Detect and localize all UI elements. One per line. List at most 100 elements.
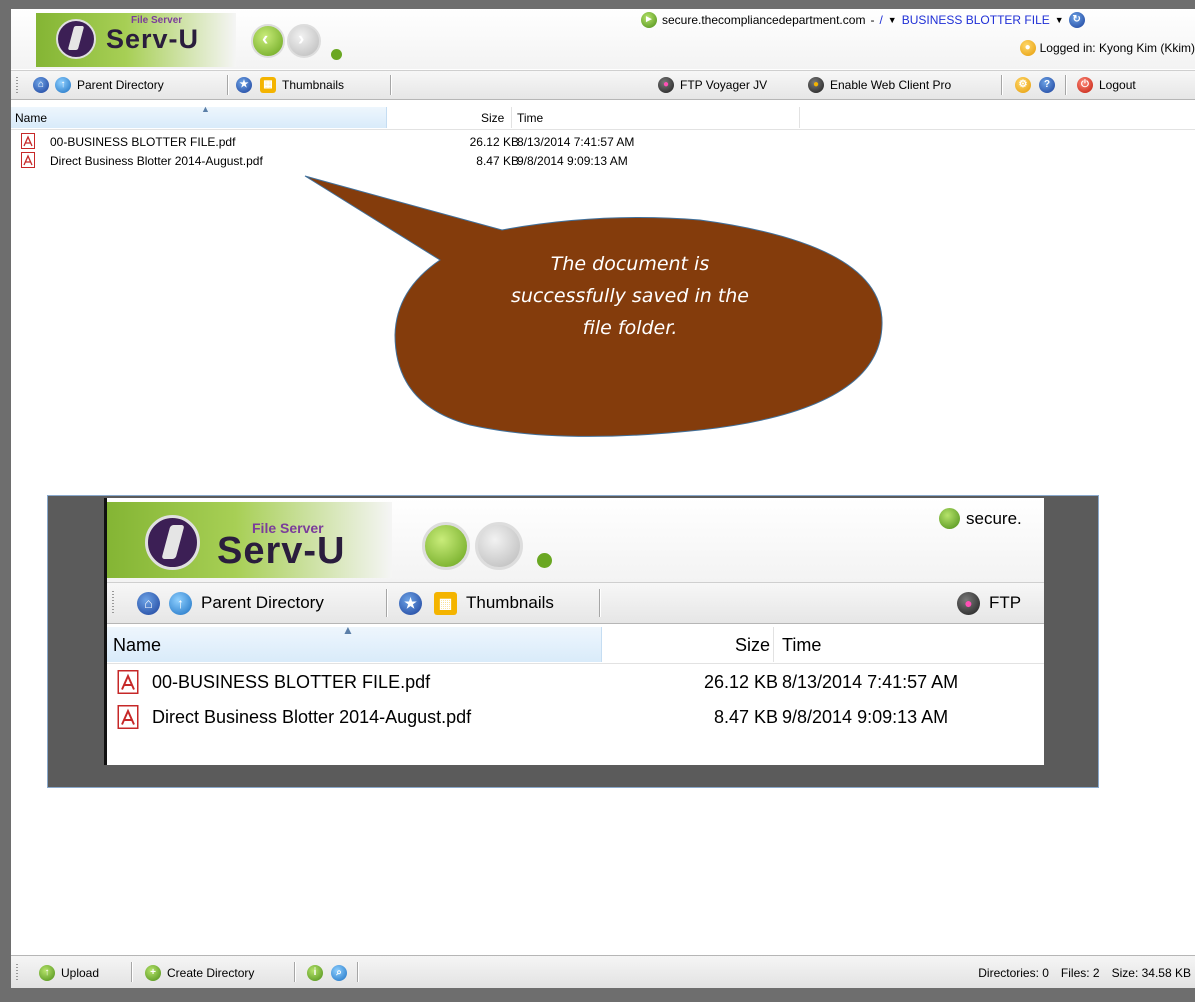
properties-button[interactable]: i [307,956,323,988]
enable-web-client-pro-button[interactable]: ● Enable Web Client Pro [808,71,951,99]
window-frame-left [0,0,11,1002]
column-divider[interactable] [511,107,512,128]
back-button[interactable] [251,24,285,58]
zoomed-inset: File Server Serv-U secure. ⌂ ↑ Parent Di… [47,495,1099,788]
forward-button[interactable] [287,24,321,58]
inset-file-list-header: Name ▲ Size Time [107,623,1044,664]
parent-directory-label: Parent Directory [77,78,164,92]
column-header-time[interactable]: Time [517,111,543,125]
host-name: secure.thecompliancedepartment.com [662,13,866,27]
toolbar-separator [1065,75,1067,95]
login-status: ● Logged in: Kyong Kim (Kkim) [1019,40,1195,56]
bookmark-button[interactable]: ★ [236,71,252,99]
help-button[interactable]: ? [1039,71,1055,99]
ftp-voyager-button[interactable]: ● FTP Voyager JV [658,71,767,99]
upload-label: Upload [61,965,100,980]
thumbnails-icon: ▦ [434,591,457,615]
pdf-file-icon [117,705,139,729]
statusbar-grip[interactable] [16,964,18,980]
toolbar-separator [227,75,229,95]
back-button [422,522,470,570]
path-root-link[interactable]: / [879,13,882,27]
bookmark-icon: ★ [236,77,252,93]
search-icon: ⌕ [331,964,347,981]
zoomed-inset-content: File Server Serv-U secure. ⌂ ↑ Parent Di… [104,498,1044,765]
toolbar-separator [1001,75,1003,95]
home-button: ⌂ [137,583,160,623]
logout-button[interactable]: ⏻ Logout [1077,71,1136,99]
inset-toolbar: ⌂ ↑ Parent Directory ★ ▦ Thumbnails ● FT… [107,582,1044,624]
home-button[interactable]: ⌂ [33,71,49,99]
directories-count: Directories: 0 [978,965,1049,980]
check-icon [537,553,552,568]
toolbar-separator [357,962,359,982]
file-size: 8.47 KB [476,154,519,168]
file-time: 9/8/2014 9:09:13 AM [782,707,949,727]
main-toolbar: ⌂ ↑ Parent Directory ★ ▦ Thumbnails ● FT… [11,70,1195,100]
ftp-voyager-label: FTP Voyager JV [680,78,768,92]
logo-wordmark: Serv-U [217,530,346,572]
column-header-size[interactable]: Size [481,111,504,125]
upload-icon: ↑ [39,964,55,981]
thumbnails-label: Thumbnails [466,593,554,612]
file-row: Direct Business Blotter 2014-August.pdf … [107,705,1044,731]
chevron-down-icon[interactable]: ▼ [1055,15,1064,25]
file-time: 8/13/2014 7:41:57 AM [782,672,959,692]
thumbnails-icon: ▦ [260,77,276,93]
file-size: 8.47 KB [713,707,778,727]
thumbnails-button[interactable]: ▦ Thumbnails [260,71,344,99]
column-divider[interactable] [799,107,800,128]
column-header-name[interactable]: Name ▲ [11,104,387,128]
ftp-voyager-icon: ● [957,591,980,615]
current-folder-link[interactable]: BUSINESS BLOTTER FILE [902,13,1050,27]
file-name[interactable]: Direct Business Blotter 2014-August.pdf [50,154,263,168]
host-name-partial: secure. [966,508,1022,528]
preferences-button[interactable]: ⚙ [1015,71,1031,99]
upload-button[interactable]: ↑ Upload [39,956,99,988]
toolbar-grip[interactable] [16,77,18,93]
logout-label: Logout [1099,78,1136,92]
file-row[interactable]: 00-BUSINESS BLOTTER FILE.pdf 26.12 KB 8/… [11,133,711,151]
chevron-down-icon[interactable]: ▼ [888,15,897,25]
ftp-voyager-label-partial: FTP [989,593,1022,612]
file-row[interactable]: Direct Business Blotter 2014-August.pdf … [11,152,711,170]
ftp-voyager-button: ● FTP [957,583,1021,623]
server-icon: ► [641,12,657,28]
preferences-icon: ⚙ [1015,77,1031,93]
create-directory-label: Create Directory [167,965,255,980]
file-size: 26.12 KB [469,135,519,149]
create-directory-button[interactable]: + Create Directory [145,956,254,988]
check-icon [331,49,342,60]
file-list-header: Name ▲ Size Time [11,104,1195,130]
login-text: Logged in: Kyong Kim (Kkim) [1039,41,1195,55]
toolbar-separator [386,589,388,617]
properties-icon: i [307,964,323,981]
serv-u-logo: File Server Serv-U [36,13,236,67]
logo-wordmark: Serv-U [106,24,200,54]
search-button[interactable]: ⌕ [331,956,347,988]
column-header-name: Name ▲ [107,623,602,662]
file-name: Direct Business Blotter 2014-August.pdf [152,707,472,727]
thumbnails-label: Thumbnails [282,78,345,92]
toolbar-separator [294,962,296,982]
server-icon [939,508,960,529]
file-size: 26.12 KB [703,672,778,692]
toolbar-separator [131,962,133,982]
parent-directory-button[interactable]: ↑ Parent Directory [55,71,164,99]
home-icon: ⌂ [33,77,49,93]
pdf-file-icon [117,670,139,694]
status-summary: Directories: 0 Files: 2 Size: 34.58 KB [978,956,1191,988]
serv-u-logo-icon [145,515,200,570]
window-frame-top [0,0,1195,9]
thumbnails-button: ▦ Thumbnails [434,583,554,623]
toolbar-separator [599,589,601,617]
total-size: Size: 34.58 KB [1111,965,1191,980]
file-name[interactable]: 00-BUSINESS BLOTTER FILE.pdf [50,135,235,149]
window-frame-bottom [0,988,1195,1002]
inset-header: File Server Serv-U secure. [107,498,1044,582]
refresh-icon[interactable]: ↻ [1068,12,1085,28]
power-icon: ⏻ [1077,77,1093,93]
enable-web-client-pro-label: Enable Web Client Pro [830,78,952,92]
serv-u-logo: File Server Serv-U [107,502,392,578]
column-divider [773,627,774,662]
